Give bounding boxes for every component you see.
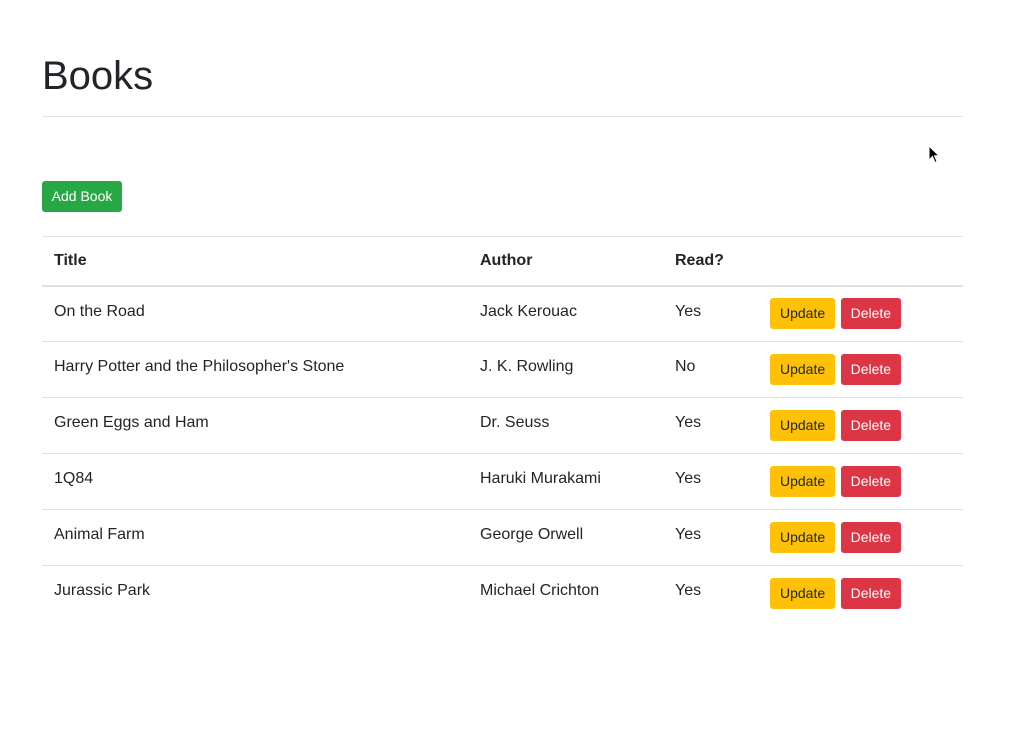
update-button[interactable]: Update: [770, 354, 836, 385]
table-row: Green Eggs and Ham Dr. Seuss Yes Update …: [42, 397, 963, 454]
column-header-author: Author: [468, 236, 663, 287]
delete-button[interactable]: Delete: [840, 354, 902, 385]
table-row: Animal Farm George Orwell Yes Update Del…: [42, 509, 963, 566]
book-author-cell: Michael Crichton: [480, 582, 600, 599]
book-actions-cell: Update Delete: [758, 285, 963, 342]
book-actions-cell: Update Delete: [758, 341, 963, 398]
table-row: Harry Potter and the Philosopher's Stone…: [42, 341, 963, 398]
table-header-row: Title Author Read?: [42, 236, 963, 287]
book-title-cell: Jurassic Park: [54, 582, 151, 599]
book-actions-cell: Update Delete: [758, 453, 963, 510]
books-table: Title Author Read? On the Road Jack Kero…: [42, 236, 963, 622]
table-header: Title Author Read?: [42, 236, 963, 287]
delete-button[interactable]: Delete: [840, 466, 902, 497]
book-author-cell: Dr. Seuss: [468, 397, 663, 454]
page-title: Books: [42, 54, 154, 98]
add-book-button[interactable]: Add Book: [42, 181, 122, 212]
book-title-cell: 1Q84: [42, 453, 468, 510]
book-actions-cell: Update Delete: [758, 397, 963, 454]
title-divider: [42, 116, 963, 117]
book-read-cell: Yes: [675, 582, 702, 599]
book-read-cell: Yes: [663, 453, 758, 510]
book-actions-cell: Update Delete: [758, 509, 963, 566]
book-read-cell: Yes: [663, 285, 758, 342]
table-row: 1Q84 Haruki Murakami Yes Update Delete: [42, 453, 963, 510]
book-author-cell: Haruki Murakami: [468, 453, 663, 510]
column-header-actions: [758, 236, 963, 287]
book-title-cell: Green Eggs and Ham: [42, 397, 468, 454]
book-author-cell: J. K. Rowling: [468, 341, 663, 398]
book-title-cell: On the Road: [42, 285, 468, 342]
delete-button[interactable]: Delete: [840, 298, 902, 330]
book-title-cell: Animal Farm: [42, 509, 468, 566]
update-button[interactable]: Update: [770, 522, 836, 553]
book-read-cell: Yes: [663, 397, 758, 454]
book-actions-cell: Update Delete: [758, 566, 963, 622]
update-button[interactable]: Update: [770, 298, 836, 330]
book-read-cell: No: [663, 341, 758, 398]
book-read-cell: Yes: [663, 509, 758, 566]
column-header-title: Title: [42, 236, 468, 287]
table-row: Jurassic Park Michael Crichton Yes Updat…: [42, 566, 963, 622]
table-body: On the Road Jack Kerouac Yes Update Dele…: [42, 285, 963, 622]
book-author-cell: Jack Kerouac: [468, 285, 663, 342]
update-button[interactable]: Update: [770, 578, 836, 610]
delete-button[interactable]: Delete: [840, 410, 902, 441]
table-row: On the Road Jack Kerouac Yes Update Dele…: [42, 285, 963, 342]
delete-button[interactable]: Delete: [840, 578, 902, 610]
update-button[interactable]: Update: [770, 466, 836, 497]
book-title-cell: Harry Potter and the Philosopher's Stone: [42, 341, 468, 398]
column-header-read: Read?: [663, 236, 758, 287]
book-author-cell: George Orwell: [468, 509, 663, 566]
mouse-pointer-icon: [928, 145, 940, 164]
update-button[interactable]: Update: [770, 410, 836, 441]
delete-button[interactable]: Delete: [840, 522, 902, 553]
